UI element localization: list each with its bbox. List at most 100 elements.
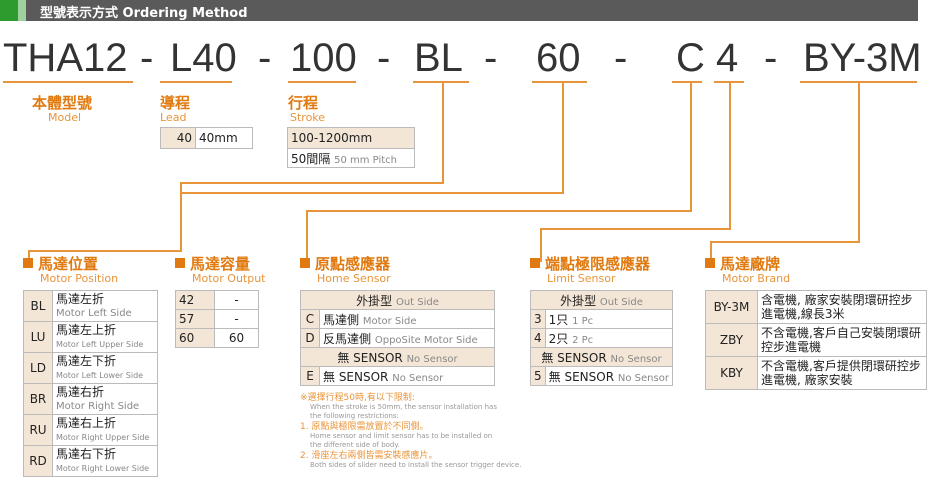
home-sensor-header: 外掛型 Out Side [300,290,495,310]
table-row: 3 1只 1 Pc [530,309,673,329]
note-2: 2. 滑座左右兩側皆需安裝感應片。 [300,451,438,461]
code-lead: L40 [170,36,237,80]
home-sensor-en: Motor Side [362,315,417,327]
home-sensor-desc: 無 SENSOR No Sensor [319,366,495,386]
home-sensor-desc: 馬達側 Motor Side [319,309,495,329]
home-sensor-table: 外掛型 Out Side C 馬達側 Motor Side D 反馬達側 Opp… [300,290,495,386]
connector-home-sensor [690,81,692,211]
limit-sensor-en: No Sensor [617,372,669,384]
connector-motor-output [180,192,564,194]
limit-sensor-code: 3 [530,309,546,329]
home-sensor-cn: 無 SENSOR [323,369,389,384]
motor-position-code: LD [23,352,53,384]
table-row: 4 2只 2 Pc [530,328,673,348]
code-sep: - [258,36,272,80]
code-sep: - [377,36,391,80]
motor-position-en: Motor Right Lower Side [56,463,150,473]
table-row: D 反馬達側 OppoSite Motor Side [300,328,495,348]
model-title: 本體型號 [32,94,93,112]
home-sensor-header-cn: 外掛型 [356,293,393,308]
stroke-range: 100-1200mm [287,127,415,149]
motor-brand-code: BY-3M [705,290,758,324]
motor-position-cn: 馬達左折 [56,291,105,306]
home-sensor-subheader: 無 SENSOR No Sensor [300,347,495,367]
home-sensor-subtitle: Home Sensor [317,272,391,285]
table-row: 5 無 SENSOR No Sensor [530,366,673,386]
table-row: RD 馬達右下折 Motor Right Lower Side [23,445,158,477]
table-header: 無 SENSOR No Sensor [530,347,673,367]
home-sensor-code: D [300,328,320,348]
code-sep: - [764,36,778,80]
connector-motor-position [28,250,182,252]
motor-position-cn: 馬達右上折 [56,415,117,430]
table-row: 60 60 [175,328,259,348]
underline-lead [160,81,232,83]
home-sensor-desc: 反馬達側 OppoSite Motor Side [319,328,495,348]
table-row: E 無 SENSOR No Sensor [300,366,495,386]
underline-stroke [288,81,356,83]
limit-sensor-en: No Sensor [610,353,662,365]
limit-sensor-table: 外掛型 Out Side 3 1只 1 Pc 4 2只 2 Pc 無 SENSO… [530,290,673,386]
motor-output-size: 42 [175,290,215,310]
motor-output-bullet [175,258,185,268]
connector-motor-brand [858,81,860,243]
home-sensor-code: E [300,366,320,386]
limit-sensor-desc: 無 SENSOR No Sensor [544,366,673,386]
home-sensor-header-en: Out Side [395,296,439,308]
table-row: RU 馬達右上折 Motor Right Upper Side [23,414,158,446]
code-sep: - [484,36,498,80]
motor-position-bullet [23,258,33,268]
stroke-table: 100-1200mm 50間隔 50 mm Pitch [287,127,415,168]
limit-sensor-header: 外掛型 Out Side [530,290,673,310]
limit-sensor-cn: 無 SENSOR [548,369,615,384]
limit-sensor-subtitle: Limit Sensor [547,272,616,285]
code-model: THA12 [3,36,128,80]
limit-sensor-code: 4 [530,328,546,348]
note-2-en: Both sides of slider need to install the… [310,461,522,469]
motor-position-table: BL 馬達左折 Motor Left Side LU 馬達左上折 Motor Lef… [23,290,158,477]
code-sep: - [614,36,628,80]
table-row: ZBY 不含電機,客戶自己安裝閉環研控步進電機 [705,323,927,357]
code-limit-sensor: 4 [716,36,739,80]
underline-motor-position [413,81,469,83]
code-sep: - [140,36,154,80]
motor-position-code: RU [23,414,53,446]
stroke-pitch-en: 50 mm Pitch [334,154,398,166]
motor-position-desc: 馬達左下折 Motor Left Lower Side [52,352,158,384]
limit-sensor-title: 端點極限感應器 [545,255,651,273]
lead-table: 40 40mm [160,127,253,149]
motor-position-en: Motor Left Side [56,307,132,319]
motor-position-en: Motor Left Upper Side [56,339,144,349]
motor-brand-subtitle: Motor Brand [722,272,791,285]
lead-subtitle: Lead [160,111,187,124]
table-row: KBY 不含電機,客戶提供閉環研控步進電機, 廠家安裝 [705,356,927,390]
connector-home-sensor [306,210,692,212]
table-row: BL 馬達左折 Motor Left Side [23,290,158,322]
motor-brand-code: KBY [705,356,758,390]
motor-output-table: 42 - 57 - 60 60 [175,290,259,348]
motor-output-value: - [214,309,259,329]
motor-position-desc: 馬達右下折 Motor Right Lower Side [52,445,158,477]
limit-sensor-desc: 1只 1 Pc [544,309,673,329]
table-row: BR 馬達右折 Motor Right Side [23,383,158,415]
code-motor-output: 60 [536,36,581,80]
note-title: ※選擇行程50時,有以下限制: [300,393,415,403]
motor-position-subtitle: Motor Position [40,272,119,285]
table-row: LU 馬達左上折 Motor Left Upper Side [23,321,158,353]
limit-sensor-cn: 2只 [548,331,569,346]
limit-sensor-cn: 1只 [548,312,569,327]
code-motor-position: BL [414,36,463,80]
motor-position-cn: 馬達右折 [56,384,105,399]
table-row: LD 馬達左下折 Motor Left Lower Side [23,352,158,384]
home-sensor-title: 原點感應器 [315,255,391,273]
connector-limit-sensor [729,81,731,230]
home-sensor-cn: 無 SENSOR [337,350,403,365]
home-sensor-notes: ※選擇行程50時,有以下限制: When the stroke is 50mm,… [300,393,522,470]
motor-position-desc: 馬達右上折 Motor Right Upper Side [52,414,158,446]
home-sensor-cn: 反馬達側 [323,331,372,346]
motor-brand-desc: 含電機, 廠家安裝閉環研控步進電機,線長3米 [757,290,927,324]
code-stroke: 100 [290,36,357,80]
model-subtitle: Model [48,111,82,124]
connector-motor-output [562,81,564,194]
table-header: 無 SENSOR No Sensor [300,347,495,367]
